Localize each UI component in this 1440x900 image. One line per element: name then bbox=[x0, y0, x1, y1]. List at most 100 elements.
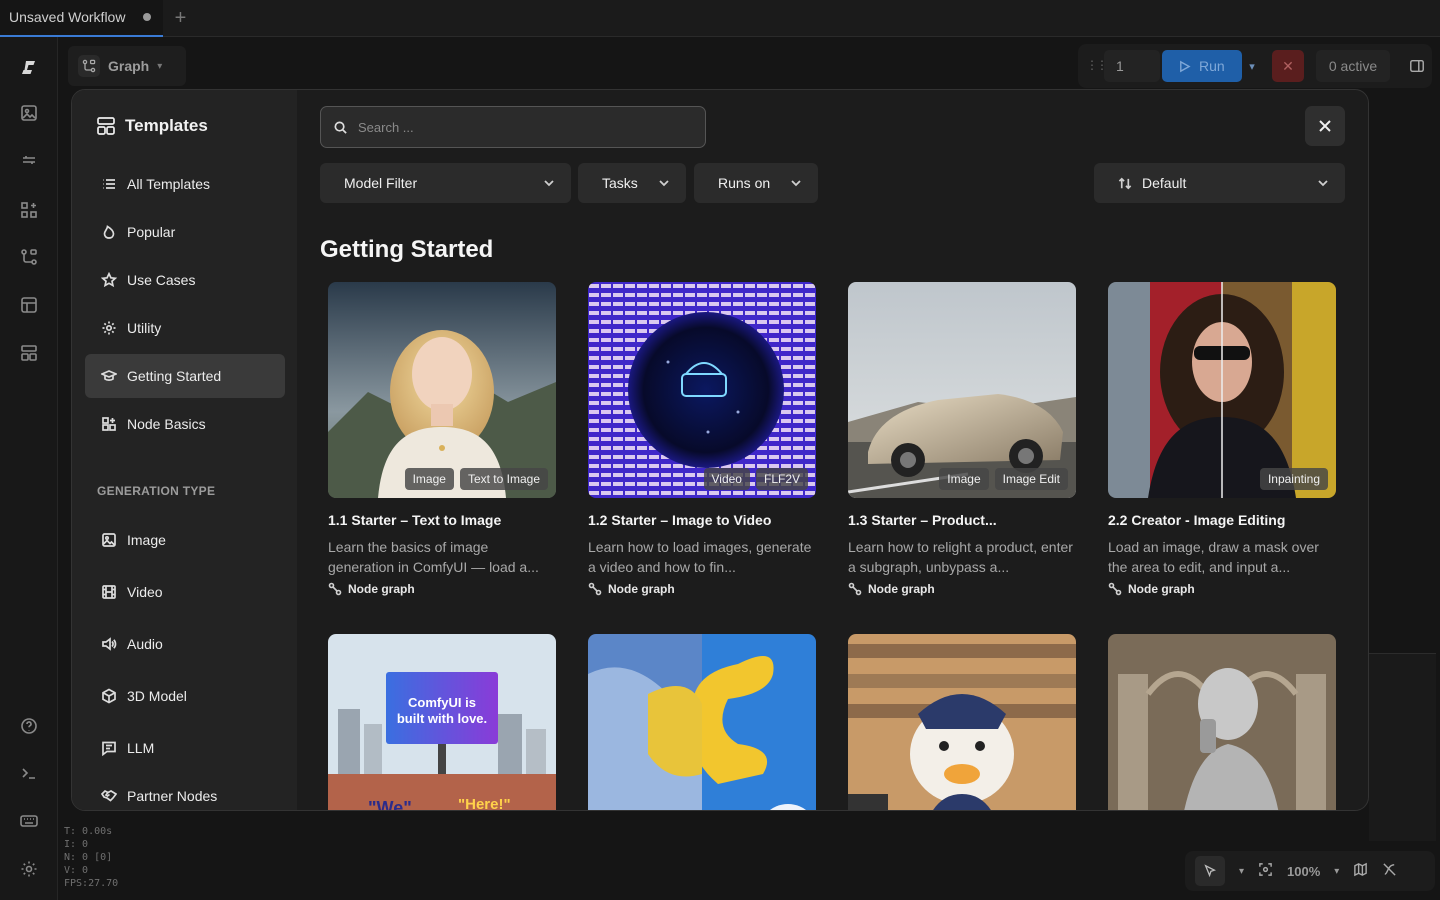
tasks-dropdown[interactable]: Tasks bbox=[578, 163, 686, 203]
tag: Inpainting bbox=[1259, 468, 1328, 490]
unsaved-dot-icon bbox=[143, 13, 152, 21]
templates-dialog: Templates All Templates Popular Use Case… bbox=[71, 89, 1369, 811]
images-icon[interactable] bbox=[16, 100, 42, 126]
card-description: Load an image, draw a mask over the area… bbox=[1108, 539, 1319, 575]
layout-icon[interactable] bbox=[16, 292, 42, 318]
nav-popular[interactable]: Popular bbox=[85, 210, 285, 254]
nav-llm[interactable]: LLM bbox=[85, 726, 285, 770]
stat-fps: FPS:27.70 bbox=[64, 878, 119, 889]
add-tab-button[interactable]: + bbox=[163, 0, 197, 37]
tag: Video bbox=[703, 468, 750, 490]
stat-time: T: 0.00s bbox=[64, 826, 113, 837]
nav-label: Image bbox=[127, 532, 166, 548]
nav-use-cases[interactable]: Use Cases bbox=[85, 258, 285, 302]
tag: Image Edit bbox=[994, 468, 1068, 490]
nav-audio[interactable]: Audio bbox=[85, 622, 285, 666]
template-card[interactable]: Image Image Edit 1.3 Starter – Product..… bbox=[848, 282, 1076, 596]
billboard-line-1: ComfyUI is bbox=[408, 695, 476, 710]
card-meta-label: Node graph bbox=[1128, 582, 1195, 596]
templates-icon[interactable] bbox=[16, 340, 42, 366]
template-card[interactable]: ComfyUI is built with love. "We" "Here!" bbox=[328, 634, 556, 811]
link-visibility-icon[interactable] bbox=[1382, 862, 1397, 880]
zoom-level[interactable]: 100% bbox=[1287, 864, 1320, 879]
graduation-cap-icon bbox=[101, 370, 117, 381]
billboard-line-2: built with love. bbox=[397, 711, 487, 726]
template-card[interactable] bbox=[1108, 634, 1336, 810]
node-library-icon[interactable] bbox=[16, 197, 42, 223]
select-tool-icon[interactable] bbox=[1195, 856, 1225, 886]
template-card[interactable] bbox=[588, 634, 816, 810]
drag-handle-icon[interactable]: ⋮⋮ bbox=[1086, 58, 1108, 72]
runs-on-label: Runs on bbox=[718, 175, 771, 191]
template-card[interactable]: Image Text to Image 1.1 Starter – Text t… bbox=[328, 282, 556, 596]
speaker-icon bbox=[102, 637, 117, 651]
card-meta: Node graph bbox=[328, 582, 556, 596]
nav-label: Node Basics bbox=[127, 416, 206, 432]
image-icon bbox=[102, 533, 116, 547]
model-filter-label: Model Filter bbox=[344, 175, 418, 191]
nav-label: Popular bbox=[127, 224, 176, 240]
models-icon[interactable] bbox=[16, 147, 42, 173]
run-label: Run bbox=[1199, 58, 1225, 74]
nav-video[interactable]: Video bbox=[85, 570, 285, 614]
tag-list: Image Text to Image bbox=[404, 468, 548, 490]
card-title: 1.1 Starter – Text to Image bbox=[328, 512, 502, 528]
graffiti-we: "We" bbox=[368, 798, 412, 811]
nav-label: Video bbox=[127, 584, 163, 600]
nav-label: All Templates bbox=[127, 176, 211, 192]
run-button[interactable]: Run bbox=[1162, 50, 1242, 82]
settings-gear-icon[interactable] bbox=[16, 856, 42, 882]
nav-3d-model[interactable]: 3D Model bbox=[85, 674, 285, 718]
close-icon bbox=[1319, 120, 1331, 132]
mascot-c-logo: C bbox=[952, 809, 972, 811]
template-card[interactable]: Inpainting 2.2 Creator - Image Editing L… bbox=[1108, 282, 1336, 596]
cancel-run-button[interactable]: ✕ bbox=[1272, 50, 1304, 82]
panel-icon bbox=[1410, 59, 1424, 73]
nav-partner-nodes[interactable]: Partner Nodes bbox=[85, 774, 285, 810]
tag: FLF2V bbox=[755, 468, 808, 490]
queue-count-stepper[interactable]: 1 bbox=[1104, 50, 1160, 82]
active-queue-button[interactable]: 0 active bbox=[1316, 50, 1390, 82]
left-rail bbox=[0, 37, 58, 900]
card-meta: Node graph bbox=[848, 582, 1076, 596]
template-card[interactable]: Video FLF2V 1.2 Starter – Image to Video… bbox=[588, 282, 816, 596]
chevron-down-icon: ▾ bbox=[157, 60, 163, 72]
close-dialog-button[interactable] bbox=[1305, 106, 1345, 146]
help-icon[interactable] bbox=[16, 713, 42, 739]
card-meta-label: Node graph bbox=[608, 582, 675, 596]
flame-icon bbox=[103, 225, 115, 239]
sort-dropdown[interactable]: Default bbox=[1094, 163, 1345, 203]
nav-node-basics[interactable]: Node Basics bbox=[85, 402, 285, 446]
nav-image[interactable]: Image bbox=[85, 518, 285, 562]
workflows-icon[interactable] bbox=[16, 244, 42, 270]
chevron-down-icon[interactable]: ▾ bbox=[1239, 866, 1244, 877]
nav-getting-started[interactable]: Getting Started bbox=[85, 354, 285, 398]
card-meta: Node graph bbox=[588, 582, 816, 596]
canvas-stats: T: 0.00s I: 0 N: 0 [0] V: 0 FPS:27.70 bbox=[64, 825, 118, 890]
chevron-down-icon[interactable]: ▾ bbox=[1334, 866, 1339, 877]
graph-breadcrumb-button[interactable]: Graph ▾ bbox=[68, 46, 186, 86]
keyboard-icon[interactable] bbox=[16, 808, 42, 834]
puzzle-icon bbox=[102, 417, 116, 431]
toggle-panel-button[interactable] bbox=[1402, 50, 1432, 82]
terminal-icon[interactable] bbox=[16, 760, 42, 786]
comfy-logo-icon[interactable] bbox=[16, 55, 42, 81]
runs-on-dropdown[interactable]: Runs on bbox=[694, 163, 818, 203]
card-description: Learn how to relight a product, enter a … bbox=[848, 539, 1073, 575]
template-thumbnail: Image Text to Image bbox=[328, 282, 556, 498]
run-options-chevron-icon[interactable]: ▾ bbox=[1242, 50, 1262, 82]
star-icon bbox=[101, 272, 117, 288]
nav-label: Use Cases bbox=[127, 272, 196, 288]
section-title: Getting Started bbox=[320, 236, 494, 263]
tab-unsaved-workflow[interactable]: Unsaved Workflow bbox=[0, 0, 164, 37]
tab-bar: Unsaved Workflow + bbox=[0, 0, 1440, 37]
fit-view-icon[interactable] bbox=[1258, 862, 1273, 880]
generation-type-heading: GENERATION TYPE bbox=[97, 484, 216, 498]
nav-all-templates[interactable]: All Templates bbox=[85, 162, 285, 206]
template-card[interactable]: C bbox=[848, 634, 1076, 811]
nav-utility[interactable]: Utility bbox=[85, 306, 285, 350]
search-input[interactable] bbox=[358, 119, 678, 135]
model-filter-dropdown[interactable]: Model Filter bbox=[320, 163, 571, 203]
minimap-icon[interactable] bbox=[1353, 862, 1368, 880]
tag: Image bbox=[939, 468, 989, 490]
